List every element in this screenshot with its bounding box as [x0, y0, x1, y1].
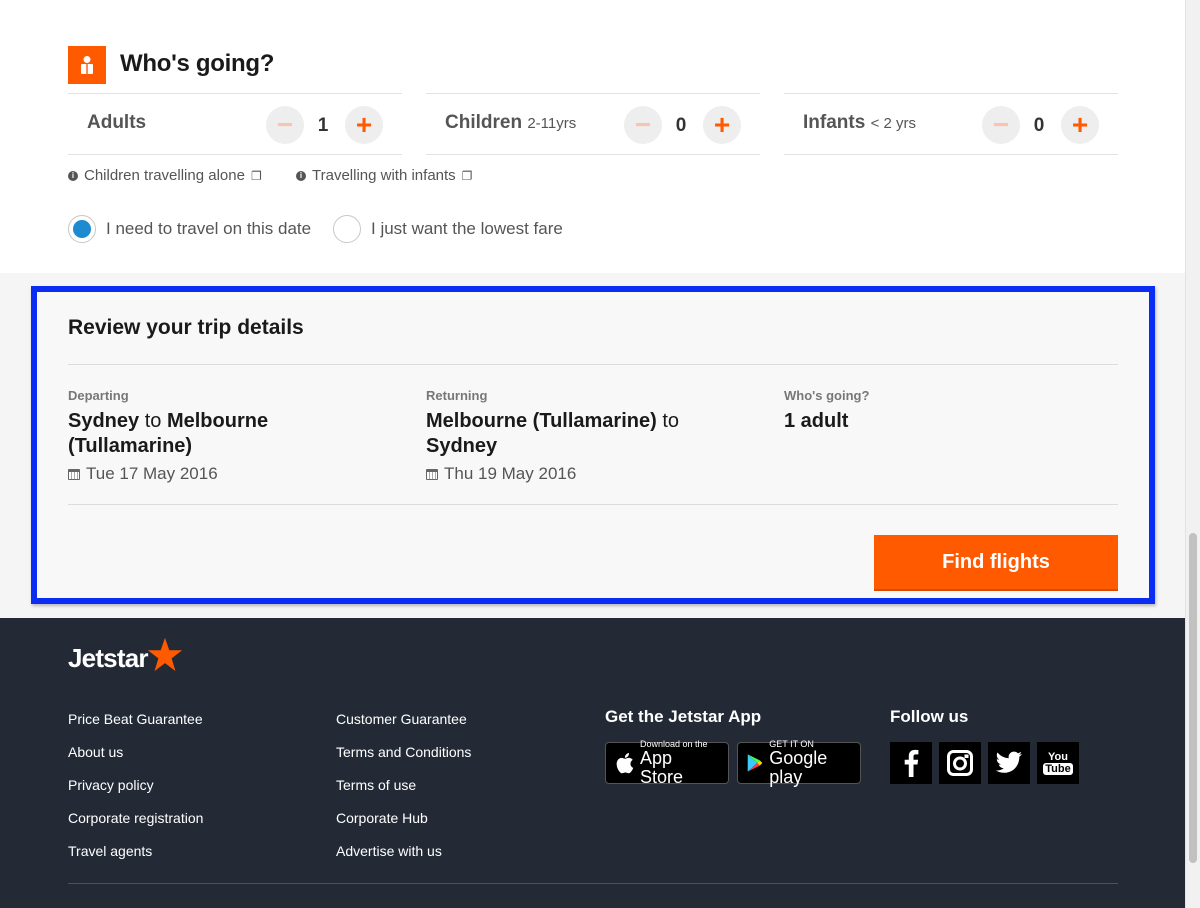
app-heading: Get the Jetstar App	[605, 707, 762, 726]
infants-selector: Infants < 2 yrs − 0 +	[784, 93, 1118, 155]
adults-decrement-button[interactable]: −	[266, 106, 304, 144]
travelling-with-infants-link[interactable]: i Travelling with infants ❐	[296, 167, 472, 184]
info-icon: i	[296, 170, 306, 181]
divider	[68, 504, 1118, 505]
adults-increment-button[interactable]: +	[345, 106, 383, 144]
footer-divider	[68, 883, 1118, 884]
twitter-icon[interactable]	[988, 742, 1030, 784]
price-beat-guarantee-link[interactable]: Price Beat Guarantee	[68, 711, 203, 727]
terms-of-use-link[interactable]: Terms of use	[336, 777, 471, 793]
radio-lowest-fare[interactable]: I just want the lowest fare	[333, 215, 563, 243]
radio-button[interactable]	[333, 215, 361, 243]
departing-route: Sydney to Melbourne (Tullamarine)	[68, 410, 269, 457]
infants-label: Infants < 2 yrs	[803, 112, 916, 133]
departing-details: Departing Sydney to Melbourne (Tullamari…	[68, 388, 368, 484]
adults-selector: Adults − 1 +	[68, 93, 402, 155]
departing-label: Departing	[68, 388, 129, 403]
jetstar-logo[interactable]: Jetstar	[68, 637, 184, 674]
star-icon	[147, 637, 182, 672]
page-scrollbar[interactable]	[1185, 0, 1200, 908]
instagram-icon[interactable]	[939, 742, 981, 784]
calendar-icon	[68, 468, 80, 480]
whos-going-section: Who's going? Adults − 1 + Children 2-11y…	[0, 0, 1185, 273]
apple-icon	[616, 753, 634, 774]
calendar-icon	[426, 468, 438, 480]
corporate-hub-link[interactable]: Corporate Hub	[336, 810, 471, 826]
returning-label: Returning	[426, 388, 488, 403]
review-section: Review your trip details Departing Sydne…	[0, 273, 1185, 618]
divider	[68, 364, 1118, 365]
google-play-icon	[747, 754, 763, 772]
advertise-with-us-link[interactable]: Advertise with us	[336, 843, 471, 859]
youtube-icon[interactable]: You Tube	[1037, 742, 1079, 784]
facebook-icon[interactable]	[890, 742, 932, 784]
footer-links-col-1: Price Beat Guarantee About us Privacy po…	[68, 711, 203, 876]
find-flights-button[interactable]: Find flights	[874, 535, 1118, 589]
person-icon	[68, 46, 106, 84]
privacy-policy-link[interactable]: Privacy policy	[68, 777, 203, 793]
departing-date: Tue 17 May 2016	[68, 464, 368, 484]
review-title: Review your trip details	[68, 316, 304, 339]
review-trip-panel: Review your trip details Departing Sydne…	[31, 286, 1155, 604]
infants-increment-button[interactable]: +	[1061, 106, 1099, 144]
returning-route: Melbourne (Tullamarine) to Sydney	[426, 410, 680, 457]
children-count: 0	[675, 115, 687, 136]
radio-travel-on-date[interactable]: I need to travel on this date	[68, 215, 311, 243]
adults-count: 1	[317, 115, 329, 136]
about-us-link[interactable]: About us	[68, 744, 203, 760]
infants-decrement-button[interactable]: −	[982, 106, 1020, 144]
info-icon: i	[68, 170, 78, 181]
external-link-icon: ❐	[461, 168, 473, 183]
children-travelling-alone-link[interactable]: i Children travelling alone ❐	[68, 167, 262, 184]
external-link-icon: ❐	[250, 168, 262, 183]
google-play-badge[interactable]: GET IT ON Google play	[737, 739, 861, 787]
children-label: Children 2-11yrs	[445, 112, 577, 133]
scrollbar-thumb[interactable]	[1189, 533, 1197, 863]
follow-us-heading: Follow us	[890, 707, 969, 726]
whos-going-title: Who's going?	[120, 50, 275, 77]
footer-links-col-2: Customer Guarantee Terms and Conditions …	[336, 711, 471, 876]
passengers-value: 1 adult	[784, 410, 849, 432]
customer-guarantee-link[interactable]: Customer Guarantee	[336, 711, 471, 727]
passengers-label: Who's going?	[784, 388, 870, 403]
returning-date: Thu 19 May 2016	[426, 464, 726, 484]
returning-details: Returning Melbourne (Tullamarine) to Syd…	[426, 388, 726, 484]
children-increment-button[interactable]: +	[703, 106, 741, 144]
children-selector: Children 2-11yrs − 0 +	[426, 93, 760, 155]
corporate-registration-link[interactable]: Corporate registration	[68, 810, 203, 826]
travel-agents-link[interactable]: Travel agents	[68, 843, 203, 859]
adults-label: Adults	[87, 112, 147, 133]
infants-count: 0	[1033, 115, 1045, 136]
terms-and-conditions-link[interactable]: Terms and Conditions	[336, 744, 471, 760]
footer: Jetstar Price Beat Guarantee About us Pr…	[0, 618, 1185, 908]
radio-button-selected[interactable]	[68, 215, 96, 243]
passenger-summary: Who's going? 1 adult	[784, 388, 1084, 434]
children-decrement-button[interactable]: −	[624, 106, 662, 144]
app-store-badge[interactable]: Download on the App Store	[605, 739, 729, 787]
